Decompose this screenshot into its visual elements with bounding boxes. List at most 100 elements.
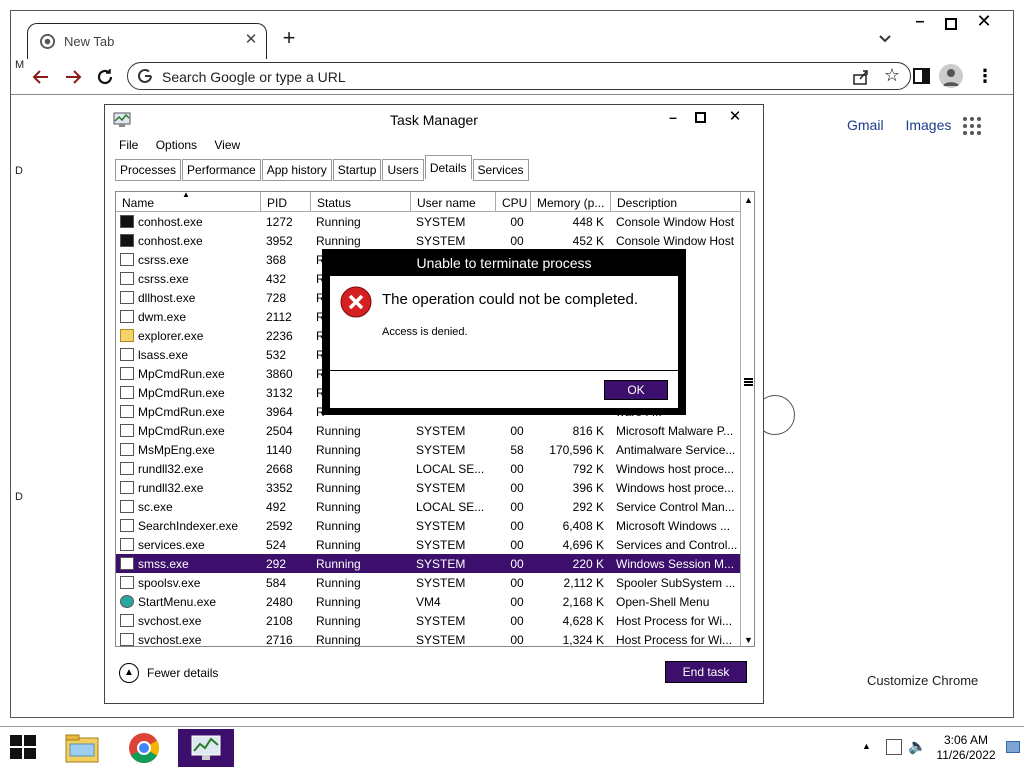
cell-status: Running: [316, 424, 361, 438]
bookmark-star-icon[interactable]: ☆: [884, 65, 900, 86]
menu-view[interactable]: View: [214, 138, 240, 152]
taskbar-file-explorer[interactable]: [54, 729, 110, 767]
cell-user: VM4: [416, 595, 441, 609]
scroll-down-arrow-icon[interactable]: ▼: [741, 632, 754, 646]
column-header-pid[interactable]: PID: [261, 192, 311, 212]
table-row[interactable]: SearchIndexer.exe 2592 Running SYSTEM 00 6,40…: [116, 516, 740, 535]
task-manager-close-button[interactable]: ✕: [727, 107, 743, 125]
google-apps-icon[interactable]: [963, 117, 983, 137]
share-icon[interactable]: [852, 68, 870, 86]
window-minimize-button[interactable]: –: [909, 13, 931, 33]
tab-users[interactable]: Users: [382, 159, 424, 181]
taskbar-task-manager[interactable]: [178, 729, 234, 767]
column-header-description[interactable]: Description: [611, 192, 740, 212]
taskbar-chrome[interactable]: [116, 729, 172, 767]
profile-avatar-icon[interactable]: [939, 64, 963, 88]
tab-new-tab[interactable]: New Tab ✕: [27, 23, 267, 61]
cell-name: MsMpEng.exe: [138, 443, 215, 457]
table-row[interactable]: MsMpEng.exe 1140 Running SYSTEM 58 170,596 K A…: [116, 440, 740, 459]
cell-pid: 1272: [266, 215, 293, 229]
cell-status: Running: [316, 595, 361, 609]
table-row[interactable]: conhost.exe 1272 Running SYSTEM 00 448 K Conso…: [116, 212, 740, 231]
cell-desc: Host Process for Wi...: [616, 633, 733, 647]
scroll-up-arrow-icon[interactable]: ▲: [741, 192, 754, 208]
column-header-cpu[interactable]: CPU: [496, 192, 531, 212]
tab-details[interactable]: Details: [424, 155, 472, 179]
images-link[interactable]: Images: [905, 117, 951, 133]
tab-processes[interactable]: Processes: [115, 159, 182, 181]
side-panel-icon[interactable]: [911, 65, 933, 87]
cell-cpu: 00: [510, 614, 524, 628]
tray-overflow-chevron-icon[interactable]: ▲: [862, 741, 871, 751]
chrome-menu-icon[interactable]: ⋮: [975, 65, 995, 89]
menu-options[interactable]: Options: [156, 138, 197, 152]
cell-status: Running: [316, 538, 361, 552]
table-row[interactable]: smss.exe 292 Running SYSTEM 00 220 K Windows S…: [116, 554, 740, 573]
cell-status: Running: [316, 576, 361, 590]
forward-arrow-icon[interactable]: [61, 65, 85, 89]
table-row[interactable]: rundll32.exe 2668 Running LOCAL SE... 00 792 …: [116, 459, 740, 478]
column-header-name[interactable]: Name ▲: [116, 192, 261, 212]
reload-icon[interactable]: [93, 65, 117, 89]
gmail-link[interactable]: Gmail: [847, 117, 884, 133]
window-close-button[interactable]: ✕: [973, 11, 995, 33]
task-manager-maximize-button[interactable]: [693, 111, 707, 125]
table-row[interactable]: spoolsv.exe 584 Running SYSTEM 00 2,112 K Spoo…: [116, 573, 740, 592]
cell-name: SearchIndexer.exe: [138, 519, 239, 533]
menu-file[interactable]: File: [119, 138, 138, 152]
tab-close-icon[interactable]: ✕: [242, 31, 260, 49]
taskbar: ▲ 🔈 3:06 AM 11/26/2022: [0, 726, 1024, 768]
page-edge-fragment: M: [15, 59, 25, 71]
cell-status: Running: [316, 633, 361, 647]
table-row[interactable]: MpCmdRun.exe 2504 Running SYSTEM 00 816 K Micr…: [116, 421, 740, 440]
tab-services[interactable]: Services: [472, 159, 529, 181]
cell-desc: Service Control Man...: [616, 500, 735, 514]
ok-button[interactable]: OK: [604, 380, 668, 400]
cell-status: Running: [316, 443, 361, 457]
network-icon[interactable]: [886, 739, 902, 755]
back-arrow-icon[interactable]: [29, 65, 53, 89]
task-manager-titlebar[interactable]: Task Manager – ✕: [105, 105, 763, 135]
taskbar-clock[interactable]: 3:06 AM 11/26/2022: [930, 733, 1002, 763]
volume-icon[interactable]: 🔈: [908, 737, 927, 755]
chevron-up-icon: ▲: [119, 663, 139, 683]
windows-start-icon[interactable]: [10, 735, 38, 761]
tab-startup[interactable]: Startup: [332, 159, 382, 181]
cell-status: Running: [316, 614, 361, 628]
column-header-status[interactable]: Status: [311, 192, 411, 212]
table-row[interactable]: conhost.exe 3952 Running SYSTEM 00 452 K Conso…: [116, 231, 740, 250]
cell-name: rundll32.exe: [138, 481, 204, 495]
vertical-scrollbar[interactable]: ▲ ▼: [740, 192, 754, 646]
scroll-thumb[interactable]: [744, 378, 753, 386]
cell-name: explorer.exe: [138, 329, 204, 343]
cell-status: Running: [316, 215, 361, 229]
cell-pid: 292: [266, 557, 287, 571]
table-row[interactable]: svchost.exe 2108 Running SYSTEM 00 4,628 K Hos…: [116, 611, 740, 630]
table-row[interactable]: services.exe 524 Running SYSTEM 00 4,696 K Ser…: [116, 535, 740, 554]
customize-chrome-button[interactable]: Customize Chrome: [867, 673, 978, 688]
tab-performance[interactable]: Performance: [182, 159, 261, 181]
address-bar[interactable]: Search Google or type a URL ☆: [127, 62, 911, 90]
task-manager-minimize-button[interactable]: –: [665, 109, 681, 127]
table-row[interactable]: StartMenu.exe 2480 Running VM4 00 2,168 K Open…: [116, 592, 740, 611]
column-header-user-name[interactable]: User name: [411, 192, 496, 212]
cell-user: LOCAL SE...: [416, 462, 485, 476]
window-maximize-button[interactable]: [939, 13, 961, 33]
tab-search-chevron-icon[interactable]: [875, 29, 895, 49]
tab-app-history[interactable]: App history: [261, 159, 332, 181]
cell-user: SYSTEM: [416, 443, 466, 457]
cell-desc: Microsoft Malware P...: [616, 424, 734, 438]
new-tab-button[interactable]: +: [277, 27, 301, 51]
error-x-icon: [340, 286, 372, 318]
end-task-button[interactable]: End task: [665, 661, 747, 683]
column-header-memory[interactable]: Memory (p...: [531, 192, 611, 212]
cell-name: svchost.exe: [138, 633, 202, 647]
cell-name: conhost.exe: [138, 234, 203, 248]
cell-pid: 3952: [266, 234, 293, 248]
notification-icon[interactable]: [1006, 741, 1020, 753]
table-row[interactable]: sc.exe 492 Running LOCAL SE... 00 292 K Servic…: [116, 497, 740, 516]
cell-cpu: 00: [510, 519, 524, 533]
table-row[interactable]: rundll32.exe 3352 Running SYSTEM 00 396 K Wind…: [116, 478, 740, 497]
table-row[interactable]: svchost.exe 2716 Running SYSTEM 00 1,324 K Hos…: [116, 630, 740, 647]
cell-desc: Windows host proce...: [616, 462, 735, 476]
